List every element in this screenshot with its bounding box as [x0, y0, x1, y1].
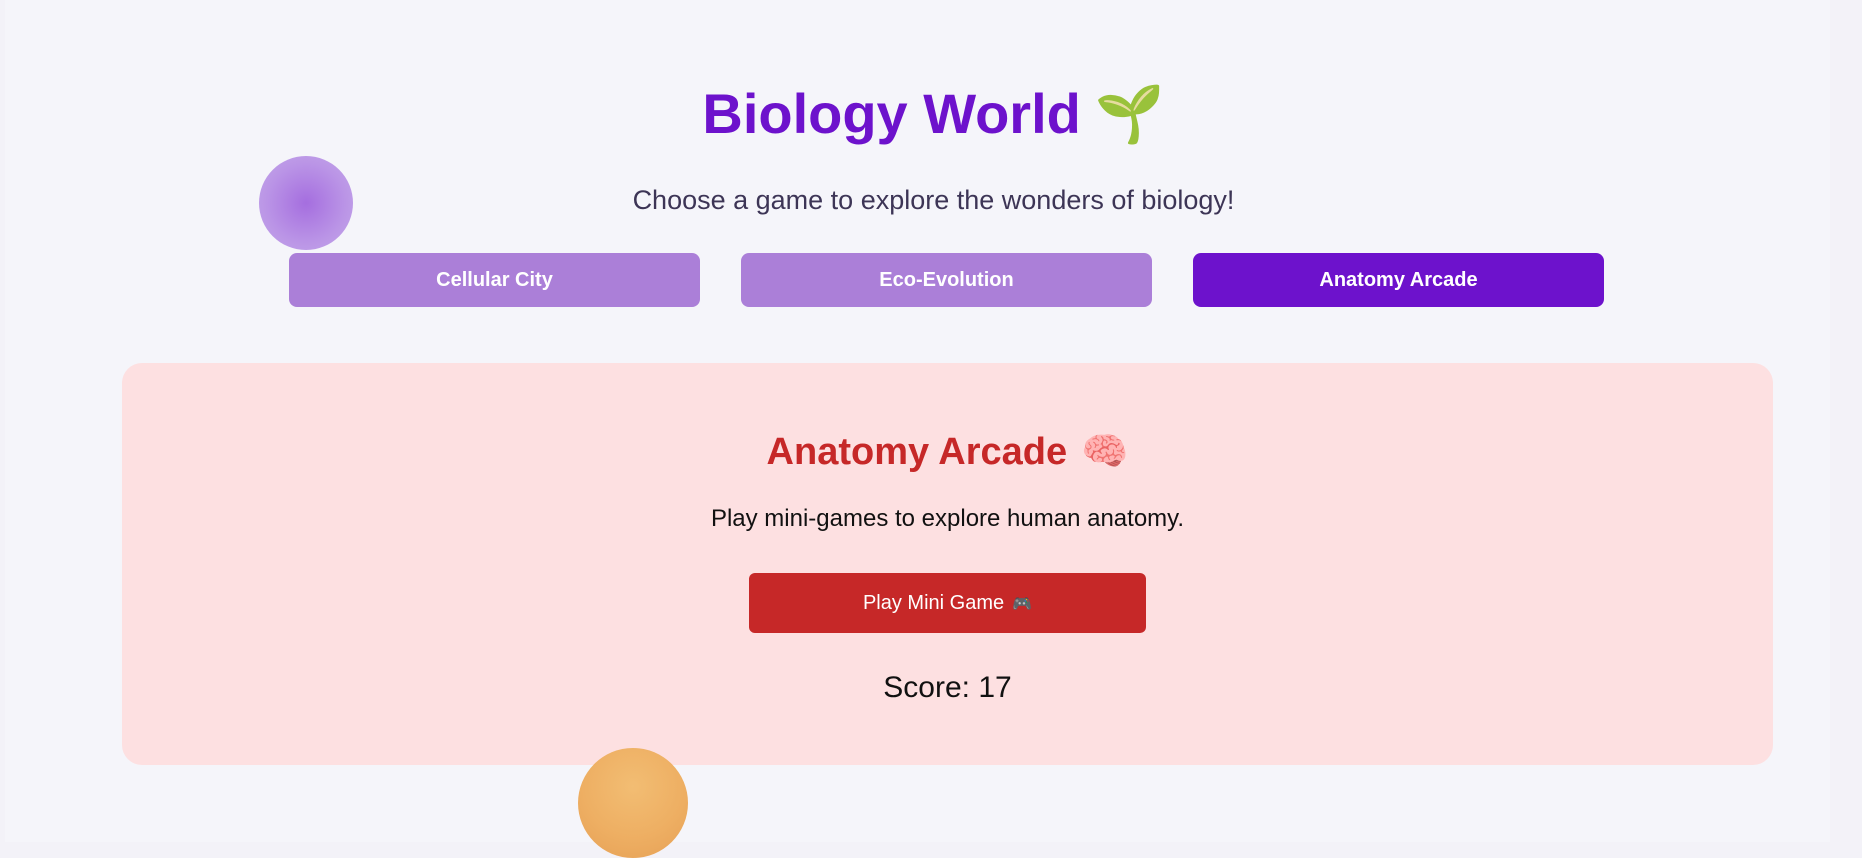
score-display: Score: 17 — [883, 671, 1012, 704]
game-controller-icon: 🎮 — [1012, 593, 1033, 613]
tab-cellular-city[interactable]: Cellular City — [289, 253, 700, 307]
page-title-text: Biology World — [702, 82, 1081, 145]
game-card-title-text: Anatomy Arcade — [766, 431, 1068, 473]
tab-anatomy-arcade[interactable]: Anatomy Arcade — [1193, 253, 1604, 307]
seedling-icon: 🌱 — [1094, 82, 1165, 147]
page-title: Biology World 🌱 — [5, 78, 1862, 151]
game-card: Anatomy Arcade 🧠 Play mini-games to explo… — [122, 363, 1773, 765]
page-subtitle: Choose a game to explore the wonders of … — [632, 185, 1235, 215]
game-card-title: Anatomy Arcade 🧠 — [122, 426, 1773, 477]
play-mini-game-label: Play Mini Game — [862, 591, 1005, 614]
game-card-description: Play mini-games to explore human anatomy… — [710, 505, 1185, 532]
page: Biology World 🌱 Choose a game to explore … — [5, 0, 1862, 858]
game-tabs: Cellular City Eco-Evolution Anatomy Arca… — [289, 253, 1606, 307]
brain-icon: 🧠 — [1081, 429, 1129, 473]
play-mini-game-button[interactable]: Play Mini Game 🎮 — [749, 573, 1146, 633]
tab-eco-evolution[interactable]: Eco-Evolution — [741, 253, 1152, 307]
